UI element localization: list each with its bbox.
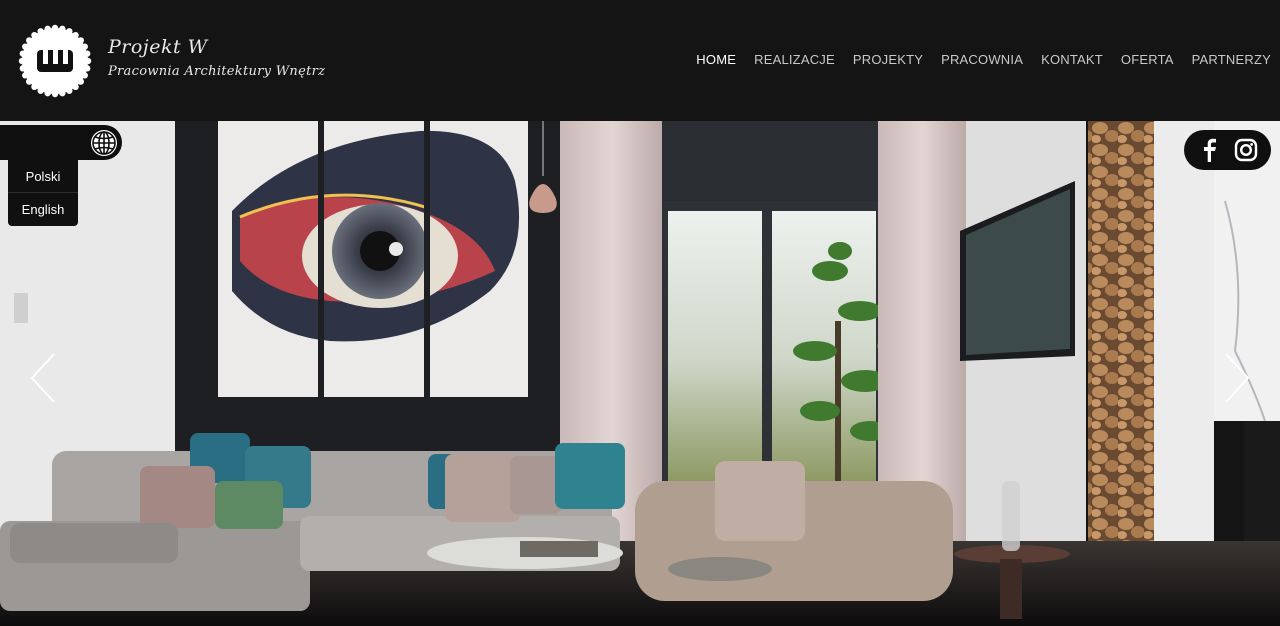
logo-badge[interactable] — [18, 24, 92, 98]
brand-tagline: Pracownia Architektury Wnętrz — [108, 64, 326, 79]
slider-next-button[interactable] — [1222, 350, 1252, 406]
slider-prev-button[interactable] — [28, 350, 58, 406]
logo-script[interactable]: Projekt W Pracownia Architektury Wnętrz — [108, 36, 325, 79]
chevron-left-icon — [30, 353, 55, 403]
language-menu: Polski English — [8, 160, 78, 226]
instagram-icon[interactable] — [1234, 138, 1258, 162]
chevron-right-icon — [1225, 353, 1250, 403]
social-links — [1184, 130, 1271, 170]
site-header: Projekt W Pracownia Architektury Wnętrz … — [0, 0, 1280, 121]
language-selector[interactable] — [0, 125, 122, 160]
nav-pracownia[interactable]: PRACOWNIA — [941, 52, 1023, 67]
hero-slider — [0, 121, 1280, 626]
nav-home[interactable]: HOME — [696, 52, 736, 67]
globe-icon[interactable] — [89, 128, 119, 158]
main-nav: HOME REALIZACJE PROJEKTY PRACOWNIA KONTA… — [696, 52, 1271, 67]
language-option-english[interactable]: English — [8, 193, 78, 226]
facebook-icon[interactable] — [1198, 138, 1220, 162]
nav-partnerzy[interactable]: PARTNERZY — [1192, 52, 1271, 67]
nav-kontakt[interactable]: KONTAKT — [1041, 52, 1103, 67]
nav-projekty[interactable]: PROJEKTY — [853, 52, 923, 67]
nav-realizacje[interactable]: REALIZACJE — [754, 52, 835, 67]
nav-oferta[interactable]: OFERTA — [1121, 52, 1174, 67]
hero-image — [0, 121, 1280, 626]
brand-name: Projekt W — [108, 36, 208, 58]
language-option-polski[interactable]: Polski — [8, 160, 78, 193]
